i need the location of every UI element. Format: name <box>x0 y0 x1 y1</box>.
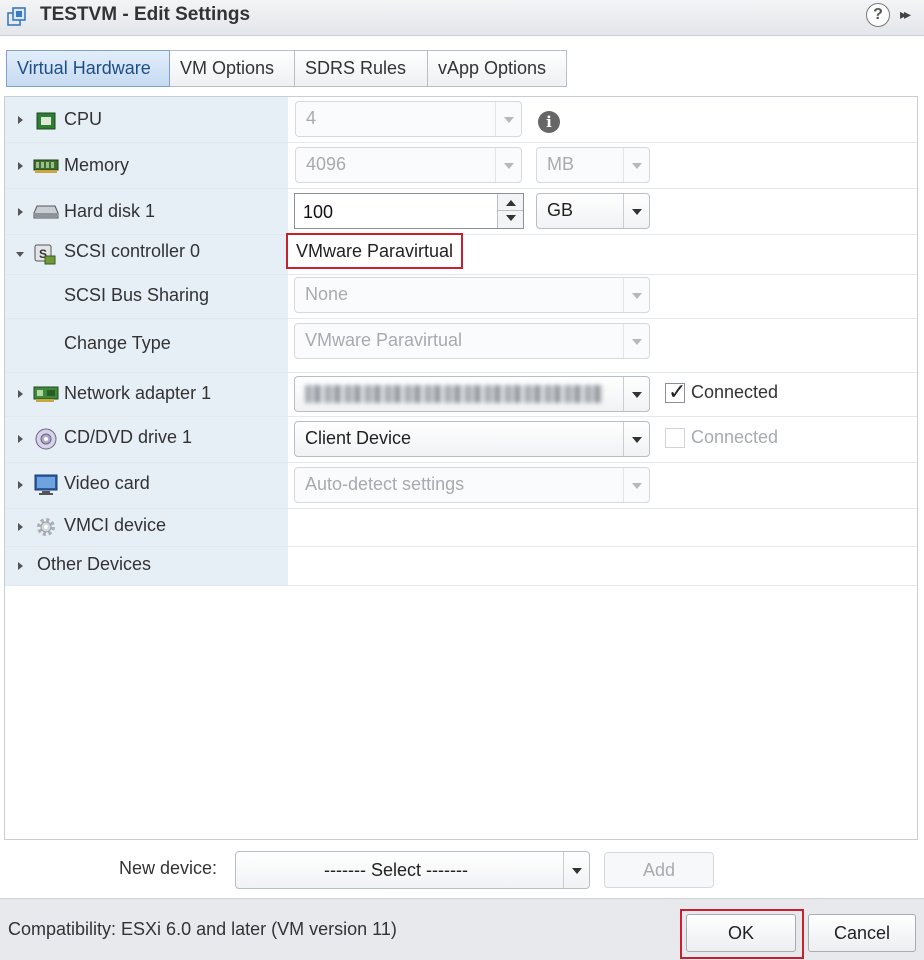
new-device-value: ------- Select ------- <box>324 860 468 880</box>
hard-disk-unit-value: GB <box>547 200 574 220</box>
monitor-icon <box>34 474 58 495</box>
cddvd-connected-label: Connected <box>691 427 779 447</box>
cpu-label: CPU <box>64 109 103 129</box>
memory-select: 4096 <box>295 147 522 183</box>
scsi-controller-icon: S <box>34 244 56 265</box>
row-memory: Memory 4096 MB <box>5 143 917 189</box>
network-select[interactable] <box>294 376 650 412</box>
checkmark-icon: ✓ <box>668 379 687 404</box>
new-device-select[interactable]: ------- Select ------- <box>235 851 590 889</box>
network-connected-label: Connected <box>691 382 779 402</box>
cddvd-value: Client Device <box>305 428 412 448</box>
network-adapter-label: Network adapter 1 <box>64 383 212 403</box>
row-change-type: Change Type VMware Paravirtual <box>5 319 917 373</box>
expand-arrow-icon[interactable] <box>18 523 23 531</box>
change-type-label: Change Type <box>64 333 171 353</box>
row-scsi-bus-sharing: SCSI Bus Sharing None <box>5 275 917 319</box>
cancel-button[interactable]: Cancel <box>808 914 916 952</box>
cddvd-select[interactable]: Client Device <box>294 421 650 457</box>
expand-arrow-icon[interactable] <box>18 481 23 489</box>
chevron-down-icon <box>632 163 642 169</box>
row-video-card: Video card Auto-detect settings <box>5 463 917 509</box>
info-icon[interactable]: i <box>538 111 560 133</box>
vmci-device-label: VMCI device <box>64 515 167 535</box>
chevron-down-icon <box>632 483 642 489</box>
cpu-value: 4 <box>306 108 317 128</box>
hard-disk-icon <box>33 205 59 219</box>
hard-disk-unit-select[interactable]: GB <box>536 193 650 229</box>
change-type-select: VMware Paravirtual <box>294 323 650 359</box>
scsi-bus-sharing-value: None <box>305 284 349 304</box>
chevron-down-icon <box>632 339 642 345</box>
hard-disk-size-value: 100 <box>303 202 334 222</box>
memory-value: 4096 <box>306 154 347 174</box>
gear-icon <box>37 518 55 536</box>
network-name-redacted <box>305 385 603 403</box>
tab-vapp-options[interactable]: vApp Options <box>428 50 567 87</box>
other-devices-label: Other Devices <box>37 554 152 574</box>
cpu-select: 4 <box>295 101 522 137</box>
help-icon[interactable]: ? <box>866 3 890 27</box>
collapse-arrow-icon[interactable] <box>16 252 24 257</box>
cddvd-connected-checkbox <box>665 428 685 448</box>
tab-vm-options[interactable]: VM Options <box>170 50 295 87</box>
expand-arrow-icon[interactable] <box>18 435 23 443</box>
tab-sdrs-rules[interactable]: SDRS Rules <box>295 50 428 87</box>
memory-unit-select: MB <box>536 147 650 183</box>
hard-disk-stepper[interactable] <box>497 194 523 228</box>
row-network-adapter: Network adapter 1 ✓ Connected <box>5 373 917 417</box>
row-vmci-device: VMCI device <box>5 509 917 547</box>
network-connected-checkbox[interactable]: ✓ <box>665 379 686 404</box>
footer-bar: Compatibility: ESXi 6.0 and later (VM ve… <box>0 898 924 960</box>
hardware-grid: CPU 4 i Memory 4096 MB Hard disk 1 100 G… <box>4 96 918 840</box>
network-adapter-icon <box>33 386 59 402</box>
chevron-down-icon <box>504 117 514 123</box>
chevron-down-icon <box>632 293 642 299</box>
hard-disk-size-input[interactable]: 100 <box>294 193 524 229</box>
chevron-down-icon <box>632 392 642 398</box>
cddvd-drive-label: CD/DVD drive 1 <box>64 427 193 447</box>
expand-icon[interactable]: ▸▸ <box>900 6 911 23</box>
tab-bar: Virtual Hardware VM Options SDRS Rules v… <box>0 36 924 96</box>
hard-disk-label: Hard disk 1 <box>64 201 156 221</box>
scsi-bus-sharing-label: SCSI Bus Sharing <box>64 285 210 305</box>
expand-arrow-icon[interactable] <box>18 208 23 216</box>
scsi-bus-sharing-select: None <box>294 277 650 313</box>
chevron-down-icon <box>504 163 514 169</box>
memory-unit-value: MB <box>547 154 574 174</box>
title-bar: TESTVM - Edit Settings ? ▸▸ <box>0 0 924 36</box>
row-cpu: CPU 4 i <box>5 97 917 143</box>
vm-icon <box>7 7 26 26</box>
scsi-controller-label: SCSI controller 0 <box>64 241 201 261</box>
change-type-value: VMware Paravirtual <box>305 330 463 350</box>
row-other-devices: Other Devices <box>5 547 917 586</box>
dialog-title: TESTVM - Edit Settings <box>40 4 251 25</box>
video-card-value: Auto-detect settings <box>305 474 465 494</box>
add-device-button: Add <box>604 852 714 888</box>
ok-button[interactable]: OK <box>686 914 796 952</box>
chevron-down-icon <box>632 209 642 215</box>
scsi-controller-type: VMware Paravirtual <box>286 233 464 269</box>
video-card-select: Auto-detect settings <box>294 467 650 503</box>
row-hard-disk: Hard disk 1 100 GB <box>5 189 917 235</box>
video-card-label: Video card <box>64 473 150 493</box>
expand-arrow-icon[interactable] <box>18 116 23 124</box>
cd-dvd-icon <box>35 428 57 450</box>
expand-arrow-icon[interactable] <box>18 562 23 570</box>
chevron-down-icon <box>572 868 582 874</box>
compatibility-text: Compatibility: ESXi 6.0 and later (VM ve… <box>8 919 397 939</box>
row-cddvd-drive: CD/DVD drive 1 Client Device Connected <box>5 417 917 463</box>
new-device-label: New device: <box>119 858 218 878</box>
memory-icon <box>33 159 59 173</box>
arrow-up-icon[interactable] <box>506 200 516 206</box>
memory-label: Memory <box>64 155 130 175</box>
cpu-icon <box>36 112 56 130</box>
chevron-down-icon <box>632 437 642 443</box>
arrow-down-icon[interactable] <box>506 215 516 221</box>
expand-arrow-icon[interactable] <box>18 390 23 398</box>
tab-virtual-hardware[interactable]: Virtual Hardware <box>6 50 170 87</box>
expand-arrow-icon[interactable] <box>18 162 23 170</box>
